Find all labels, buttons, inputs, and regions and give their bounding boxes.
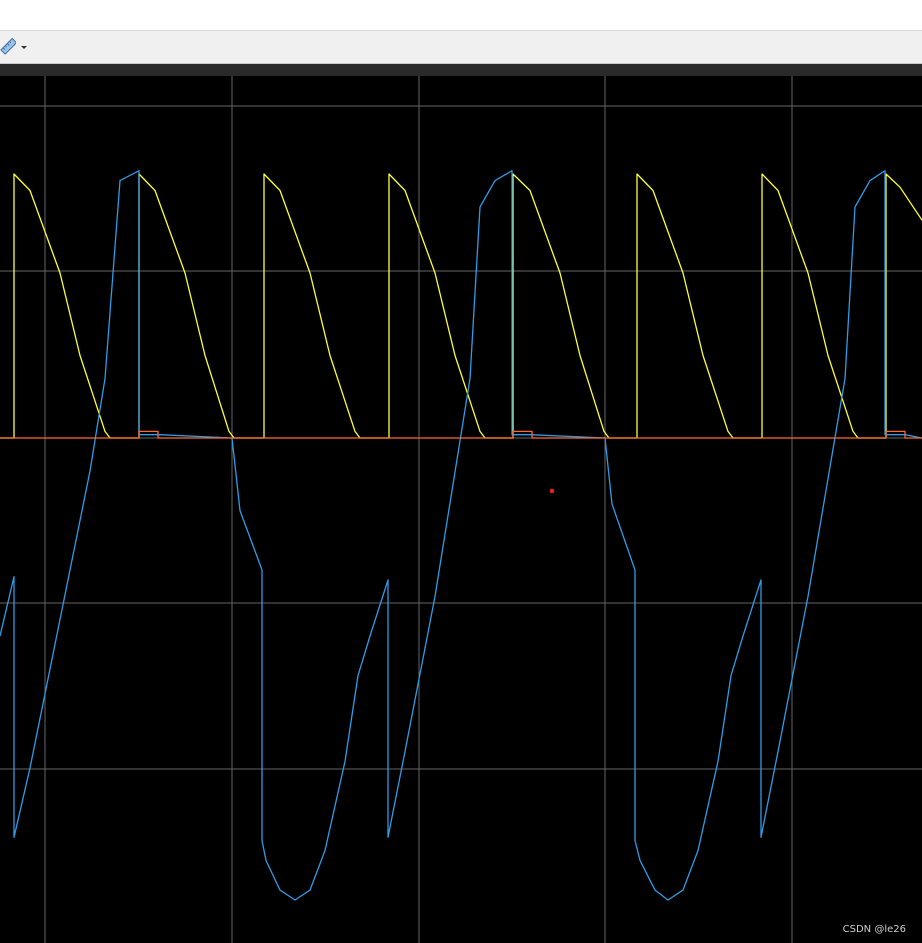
watermark-text: CSDN @le26 <box>842 924 906 935</box>
scope-title-strip <box>0 64 922 76</box>
caret-down-icon[interactable] <box>18 37 30 57</box>
toolbar <box>0 31 922 64</box>
menu-bar <box>0 0 922 31</box>
cursor-marker <box>549 488 555 494</box>
series-traces <box>0 170 922 901</box>
series-line-2 <box>0 170 922 901</box>
ruler-icon[interactable] <box>0 37 16 57</box>
series-line-1 <box>0 173 922 439</box>
scope-plot-area: CSDN @le26 <box>0 76 922 943</box>
scope-chart <box>0 76 922 943</box>
